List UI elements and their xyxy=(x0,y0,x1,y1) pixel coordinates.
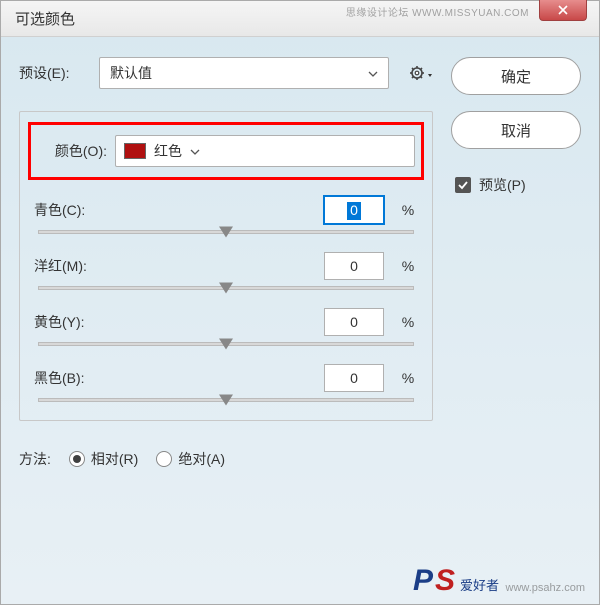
color-row-highlight: 颜色(O): 红色 xyxy=(28,122,424,180)
cyan-label: 青色(C): xyxy=(34,200,122,220)
black-label: 黑色(B): xyxy=(34,368,122,388)
cyan-unit: % xyxy=(398,202,418,218)
black-slider[interactable] xyxy=(38,398,414,402)
radio-relative-label: 相对(R) xyxy=(91,449,138,469)
radio-absolute[interactable]: 绝对(A) xyxy=(156,449,225,469)
dialog-title: 可选颜色 xyxy=(15,8,75,29)
magenta-unit: % xyxy=(398,258,418,274)
radio-icon xyxy=(156,451,172,467)
cyan-input[interactable]: 0 xyxy=(324,196,384,224)
slider-thumb[interactable] xyxy=(219,339,233,350)
preset-dropdown[interactable]: 默认值 xyxy=(99,57,389,89)
color-dropdown[interactable]: 红色 xyxy=(115,135,415,167)
flyout-arrow-icon xyxy=(427,68,433,78)
cancel-button[interactable]: 取消 xyxy=(451,111,581,149)
preview-checkbox[interactable]: 预览(P) xyxy=(455,175,581,195)
colors-group: 颜色(O): 红色 青色(C): 0 % xyxy=(19,111,433,421)
checkmark-icon xyxy=(455,177,471,193)
black-input[interactable]: 0 xyxy=(324,364,384,392)
yellow-slider[interactable] xyxy=(38,342,414,346)
magenta-label: 洋红(M): xyxy=(34,256,122,276)
slider-yellow: 黄色(Y): 0 % xyxy=(34,308,418,346)
slider-magenta: 洋红(M): 0 % xyxy=(34,252,418,290)
method-label: 方法: xyxy=(19,449,51,469)
slider-thumb[interactable] xyxy=(219,395,233,406)
chevron-down-icon xyxy=(190,143,200,159)
slider-black: 黑色(B): 0 % xyxy=(34,364,418,402)
watermark-top: 思缘设计论坛 WWW.MISSYUAN.COM xyxy=(346,4,529,19)
close-button[interactable] xyxy=(539,0,587,21)
magenta-slider[interactable] xyxy=(38,286,414,290)
content-area: 预设(E): 默认值 颜色(O): 红色 xyxy=(1,37,599,483)
slider-cyan: 青色(C): 0 % xyxy=(34,196,418,234)
left-panel: 预设(E): 默认值 颜色(O): 红色 xyxy=(19,57,433,469)
preset-label: 预设(E): xyxy=(19,63,87,83)
close-icon xyxy=(558,5,568,15)
method-row: 方法: 相对(R) 绝对(A) xyxy=(19,449,433,469)
yellow-label: 黄色(Y): xyxy=(34,312,122,332)
ok-button[interactable]: 确定 xyxy=(451,57,581,95)
black-unit: % xyxy=(398,370,418,386)
gear-icon xyxy=(409,65,425,81)
right-panel: 确定 取消 预览(P) xyxy=(451,57,581,469)
cyan-slider[interactable] xyxy=(38,230,414,234)
preset-value: 默认值 xyxy=(110,63,152,83)
color-label: 颜色(O): xyxy=(37,141,107,161)
preview-label: 预览(P) xyxy=(479,175,526,195)
color-value: 红色 xyxy=(154,141,182,161)
titlebar: 可选颜色 思缘设计论坛 WWW.MISSYUAN.COM xyxy=(1,1,599,37)
color-swatch xyxy=(124,143,146,159)
magenta-input[interactable]: 0 xyxy=(324,252,384,280)
watermark-url: www.psahz.com xyxy=(506,582,585,594)
radio-icon xyxy=(69,451,85,467)
preset-settings-button[interactable] xyxy=(409,65,433,81)
radio-relative[interactable]: 相对(R) xyxy=(69,449,138,469)
watermark-logo: PS爱好者 xyxy=(413,564,499,598)
preset-row: 预设(E): 默认值 xyxy=(19,57,433,89)
slider-thumb[interactable] xyxy=(219,227,233,238)
slider-thumb[interactable] xyxy=(219,283,233,294)
radio-absolute-label: 绝对(A) xyxy=(178,449,225,469)
yellow-unit: % xyxy=(398,314,418,330)
chevron-down-icon xyxy=(368,65,378,81)
yellow-input[interactable]: 0 xyxy=(324,308,384,336)
